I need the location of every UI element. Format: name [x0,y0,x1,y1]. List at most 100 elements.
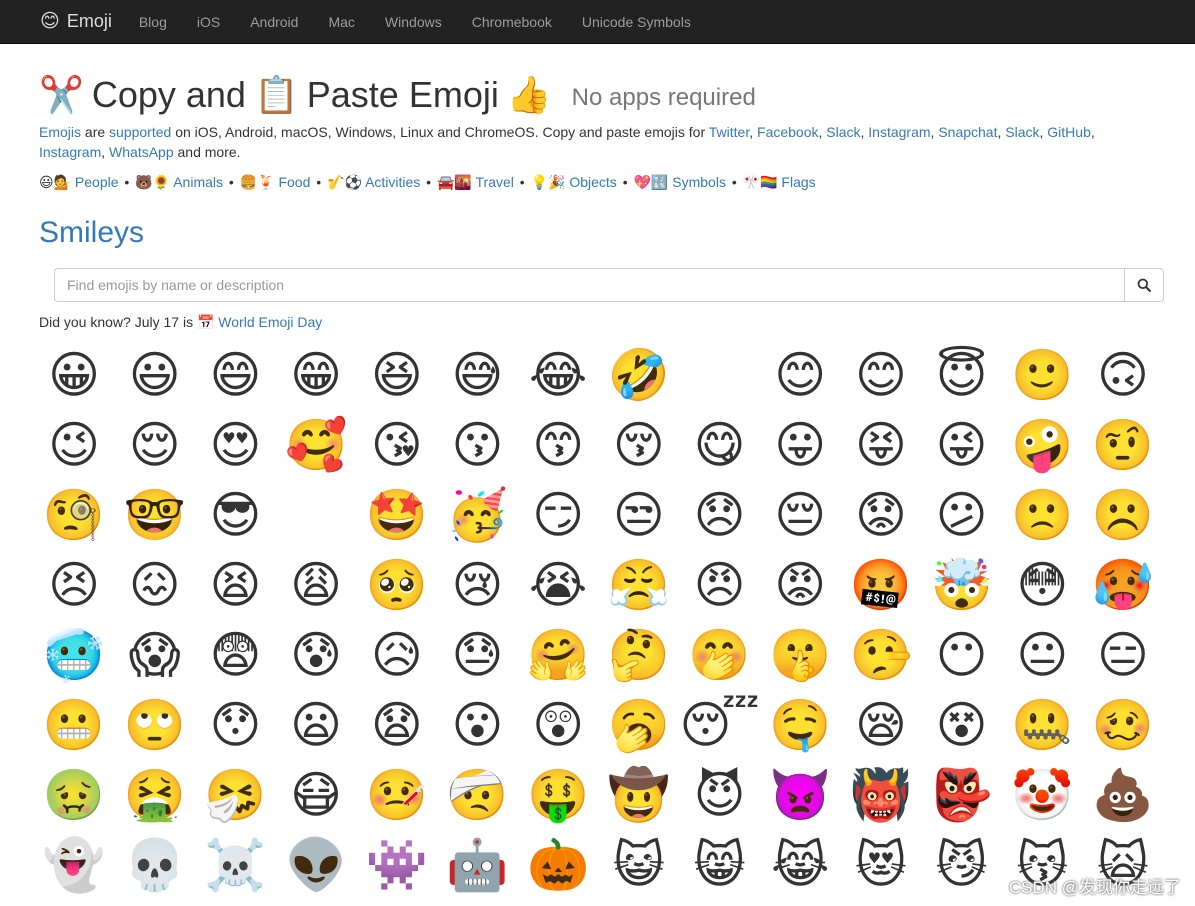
emoji-cell[interactable]: 🥰 [285,415,347,475]
emoji-cell[interactable]: 🥱 [608,695,670,755]
emoji-cell[interactable]: 😼 [932,835,992,895]
emoji-cell[interactable]: 🥵 [1092,555,1154,615]
emoji-cell[interactable]: 😫 [205,555,265,615]
emoji-cell[interactable]: 👺 [930,765,992,825]
emoji-cell[interactable]: 😌 [125,415,185,475]
nav-item-mac[interactable]: Mac [313,0,369,44]
emoji-cell[interactable]: 🤭 [688,625,750,685]
emoji-cell[interactable]: 😲 [528,695,588,755]
category-link-animals[interactable]: Animals [173,174,223,190]
emoji-cell[interactable]: 😵 [932,695,992,755]
emoji-cell[interactable]: 😚 [609,415,669,475]
category-link-people[interactable]: People [75,174,119,190]
emoji-cell[interactable]: 😏 [528,485,588,545]
emoji-cell[interactable]: 😈 [690,765,750,825]
emoji-cell[interactable]: 🥺 [366,555,428,615]
emoji-cell[interactable]: 🤔 [608,625,670,685]
category-link-objects[interactable]: Objects [569,174,616,190]
search-button[interactable] [1124,268,1164,302]
emoji-cell[interactable]: 🤨 [1092,415,1154,475]
emoji-cell[interactable]: 😬 [43,695,105,755]
emoji-cell[interactable]: 😙 [528,415,588,475]
emoji-cell[interactable]: 😓 [447,625,507,685]
emoji-cell[interactable]: 😻 [851,835,911,895]
emoji-cell[interactable]: 😄 [205,345,265,405]
emoji-cell[interactable]: 😝 [851,415,911,475]
twitter-link[interactable]: Twitter [709,124,749,140]
emoji-cell[interactable]: 🤖 [446,835,508,895]
emoji-cell[interactable]: 😊 [770,345,830,405]
emoji-cell[interactable]: 🥳 [446,485,508,545]
emoji-cell[interactable]: 😐 [1012,625,1072,685]
emoji-cell[interactable]: 😶 [932,625,992,685]
emoji-cell[interactable]: 😖 [125,555,185,615]
emoji-cell[interactable]: 😡 [770,555,830,615]
emoji-cell[interactable]: 😳 [1012,555,1072,615]
emoji-cell[interactable]: 😋 [690,415,750,475]
emoji-cell[interactable]: 🤣 [608,345,670,405]
emoji-cell[interactable]: 😸 [690,835,750,895]
emoji-cell[interactable]: 🤯 [930,555,992,615]
emoji-cell[interactable]: 🤕 [446,765,508,825]
emoji-cell[interactable]: 💀 [124,835,186,895]
nav-item-ios[interactable]: iOS [182,0,235,44]
emoji-cell[interactable]: 😕 [932,485,992,545]
emoji-cell[interactable]: 👽 [285,835,347,895]
emoji-cell[interactable] [690,345,750,405]
emoji-cell[interactable]: 😥 [367,625,427,685]
emoji-cell[interactable]: 😛 [770,415,830,475]
brand-link[interactable]: 😊 Emoji [40,11,112,32]
emoji-cell[interactable]: 🤤 [769,695,831,755]
emoji-cell[interactable]: 🙄 [124,695,186,755]
emoji-cell[interactable]: 🤬 [850,555,912,615]
emoji-cell[interactable]: 🤠 [608,765,670,825]
emoji-cell[interactable]: 😴 [679,695,759,755]
emoji-cell[interactable]: 🎃 [527,835,589,895]
emoji-cell[interactable]: 🤫 [769,625,831,685]
category-link-travel[interactable]: Travel [476,174,514,190]
emoji-cell[interactable]: 😺 [609,835,669,895]
emoji-cell[interactable]: 😭 [528,555,588,615]
emoji-cell[interactable]: 🙂 [1011,345,1073,405]
github-link[interactable]: GitHub [1047,124,1091,140]
emoji-cell[interactable]: 😣 [44,555,104,615]
emoji-cell[interactable]: 🤢 [43,765,105,825]
emoji-cell[interactable]: 🤡 [1011,765,1073,825]
emoji-cell[interactable]: 🤐 [1011,695,1073,755]
whatsapp-link[interactable]: WhatsApp [109,144,174,160]
snapchat-link[interactable]: Snapchat [938,124,997,140]
emoji-cell[interactable]: 😟 [851,485,911,545]
emoji-cell[interactable]: 👿 [769,765,831,825]
nav-item-windows[interactable]: Windows [370,0,457,44]
nav-item-unicode-symbols[interactable]: Unicode Symbols [567,0,706,44]
emoji-cell[interactable]: 😉 [44,415,104,475]
emoji-cell[interactable]: 🧐 [43,485,105,545]
emoji-cell[interactable]: 😷 [286,765,346,825]
supported-link[interactable]: supported [109,124,171,140]
instagram-link[interactable]: Instagram [868,124,930,140]
emoji-cell[interactable]: 🤗 [527,625,589,685]
emoji-cell[interactable]: 🤪 [1011,415,1073,475]
category-link-symbols[interactable]: Symbols [672,174,726,190]
slack-link-2[interactable]: Slack [1005,124,1039,140]
emoji-cell[interactable]: 🥶 [43,625,105,685]
search-input[interactable] [54,268,1124,302]
category-link-flags[interactable]: Flags [781,174,815,190]
emoji-cell[interactable]: 😅 [447,345,507,405]
emoji-cell[interactable]: 👹 [850,765,912,825]
emoji-cell[interactable]: 😱 [125,625,185,685]
category-link-food[interactable]: Food [278,174,310,190]
emoji-cell[interactable]: ☠️ [204,835,266,895]
world-emoji-day-link[interactable]: World Emoji Day [218,314,322,330]
emoji-cell[interactable]: 🥴 [1092,695,1154,755]
emoji-cell[interactable]: 😯 [205,695,265,755]
emoji-cell[interactable]: 😂 [528,345,588,405]
emoji-cell[interactable]: 🙃 [1093,345,1153,405]
emoji-cell[interactable]: 😇 [932,345,992,405]
emoji-cell[interactable]: 😠 [690,555,750,615]
emoji-cell[interactable]: 🤑 [527,765,589,825]
emoji-cell[interactable]: 😨 [205,625,265,685]
emoji-cell[interactable]: 🤥 [850,625,912,685]
nav-item-blog[interactable]: Blog [124,0,182,44]
emoji-cell[interactable]: 😁 [286,345,346,405]
